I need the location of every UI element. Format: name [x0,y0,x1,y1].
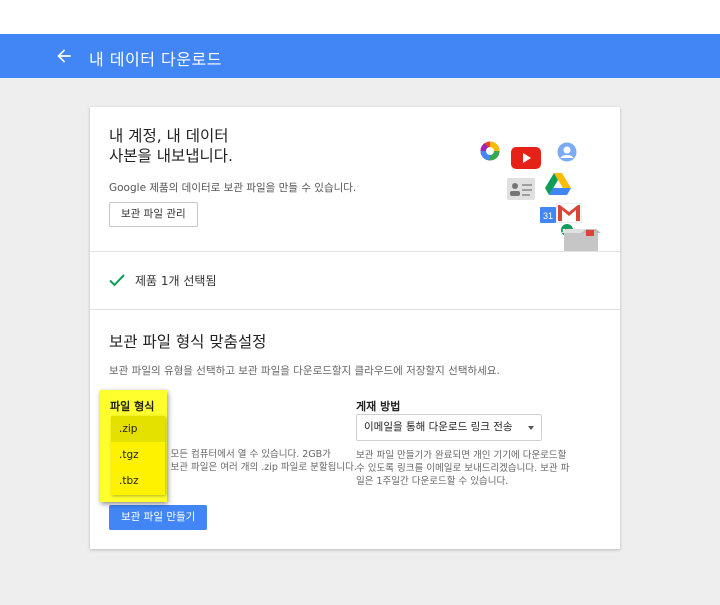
page-title: 내 데이터 다운로드 [89,50,222,69]
chevron-down-icon [528,426,534,430]
drive-icon [545,173,571,195]
app-bar: 내 데이터 다운로드 [0,34,720,78]
gmail-icon [556,203,582,223]
product-icons-cluster: 31 [478,133,603,253]
intro-subtext: Google 제품의 데이터로 보관 파일을 만들 수 있습니다. [109,182,357,194]
file-type-description: 거의 모든 컴퓨터에서 열 수 있습니다. 2GB가 넘는 보관 파일은 여러 … [150,448,357,474]
delivery-selected-value: 이메일을 통해 다운로드 링크 전송 [364,421,513,433]
file-type-option-zip[interactable]: .zip [111,416,165,442]
delivery-desc-line-3: 일은 1주일간 다운로드할 수 있습니다. [356,476,509,487]
profile-icon [557,142,577,162]
delivery-method-select[interactable]: 이메일을 통해 다운로드 링크 전송 [356,414,542,441]
calendar-icon: 31 [540,207,556,223]
arrow-back-icon[interactable] [54,46,74,66]
headline-line-2: 사본을 내보냅니다. [109,147,233,165]
intro-headline: 내 계정, 내 데이터 사본을 내보냅니다. [109,126,233,166]
file-type-option-tgz[interactable]: .tgz [111,442,165,468]
manage-archives-button[interactable]: 보관 파일 관리 [109,202,198,227]
takeout-card: 내 계정, 내 데이터 사본을 내보냅니다. Google 제품의 데이터로 보… [90,107,620,549]
file-type-dropdown[interactable]: .zip .tgz .tbz [111,416,165,495]
check-icon [109,274,125,287]
selected-products-label: 제품 1개 선택됨 [135,274,217,288]
create-archive-button[interactable]: 보관 파일 만들기 [109,505,208,530]
selection-summary[interactable]: 제품 1개 선택됨 [90,252,620,310]
youtube-icon [511,147,541,169]
picasa-icon [480,141,500,161]
delivery-method-label: 게재 방법 [356,400,401,413]
file-type-option-tbz[interactable]: .tbz [111,468,165,494]
archive-box-icon [561,229,601,251]
customize-description: 보관 파일의 유형을 선택하고 보관 파일을 다운로드할지 클라우드에 저장할지… [109,365,500,377]
delivery-description: 보관 파일 만들기가 완료되면 개인 기기에 다운로드할 수 있도록 링크를 이… [356,449,569,488]
delivery-desc-line-1: 보관 파일 만들기가 완료되면 개인 기기에 다운로드할 [356,450,567,461]
headline-line-1: 내 계정, 내 데이터 [109,127,229,145]
calendar-day-text: 31 [543,211,553,221]
intro-section: 내 계정, 내 데이터 사본을 내보냅니다. Google 제품의 데이터로 보… [90,107,620,252]
file-type-desc-line-2: 넘는 보관 파일은 여러 개의 .zip 파일로 분할됩니다. [150,462,357,473]
delivery-desc-line-2: 수 있도록 링크를 이메일로 보내드리겠습니다. 보관 파 [356,463,570,474]
file-type-label: 파일 형식 [110,400,155,413]
top-strip [0,0,720,34]
contacts-icon [507,178,535,200]
customize-title: 보관 파일 형식 맞춤설정 [109,333,267,351]
file-type-desc-line-1: 거의 모든 컴퓨터에서 열 수 있습니다. 2GB가 [150,449,331,460]
